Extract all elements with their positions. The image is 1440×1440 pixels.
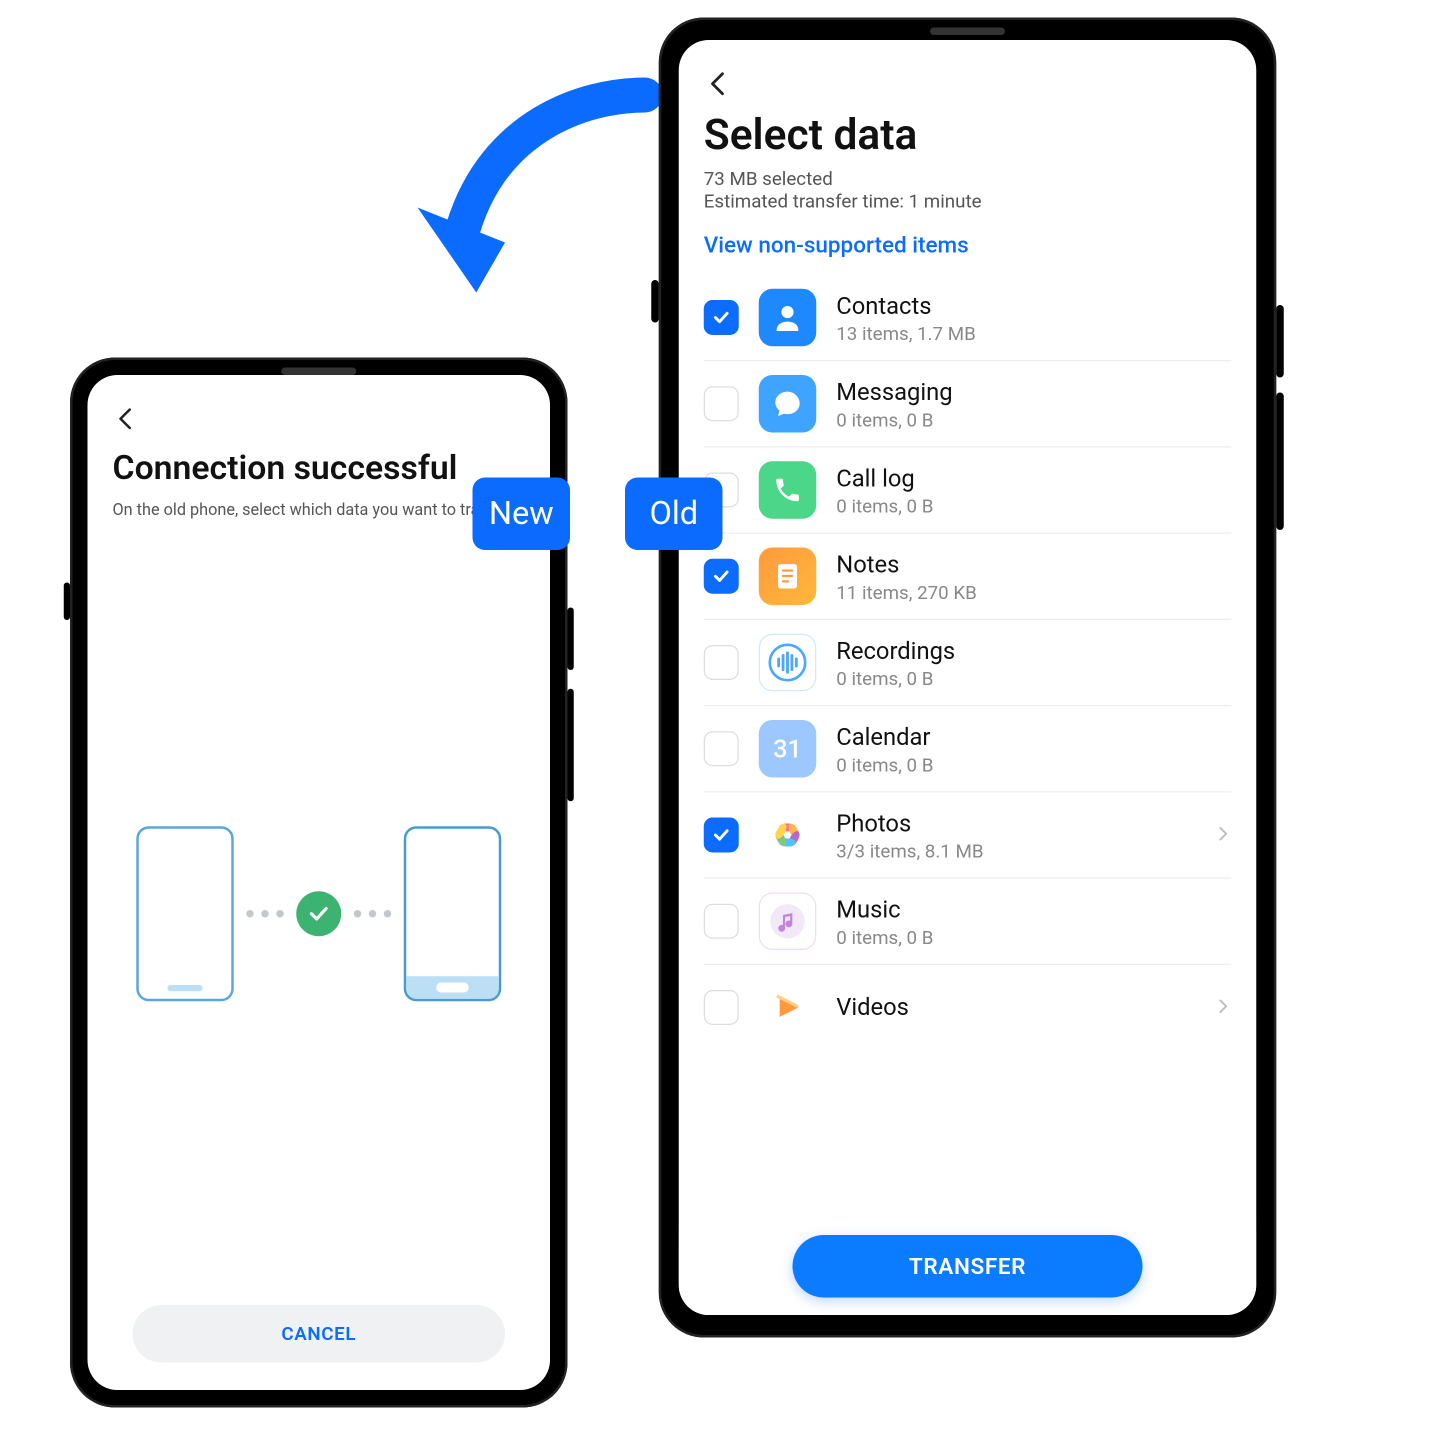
list-item-photos[interactable]: Photos3/3 items, 8.1 MB [704,793,1232,879]
badge-new: New [473,478,571,551]
checkbox[interactable] [704,990,739,1025]
checkbox[interactable] [704,904,739,939]
checkbox[interactable] [704,818,739,853]
list-item-messaging[interactable]: Messaging0 items, 0 B [704,361,1232,447]
mini-phone-right-icon [404,826,502,1001]
list-item-music[interactable]: Music0 items, 0 B [704,879,1232,965]
list-item-recordings[interactable]: Recordings0 items, 0 B [704,620,1232,706]
checkbox[interactable] [704,645,739,680]
page-title: Select data [704,110,1232,160]
chevron-right-icon [1214,823,1232,847]
recordings-icon [759,634,817,692]
messaging-icon [759,375,817,433]
back-icon[interactable] [113,405,141,433]
check-circle-icon [296,891,341,936]
transfer-button-label: TRANSFER [909,1253,1026,1279]
list-item-call-log[interactable]: Call log0 items, 0 B [704,448,1232,534]
dots-icon [354,910,392,918]
dots-icon [246,910,284,918]
transfer-button[interactable]: TRANSFER [793,1235,1143,1298]
checkbox[interactable] [704,731,739,766]
cancel-button-label: CANCEL [281,1323,356,1346]
transfer-eta: Estimated transfer time: 1 minute [704,190,1232,213]
cancel-button[interactable]: CANCEL [133,1305,506,1363]
list-item-videos[interactable]: Videos [704,965,1232,1050]
music-icon [759,893,817,951]
selected-summary: 73 MB selected [704,168,1232,191]
list-item-contacts[interactable]: Contacts13 items, 1.7 MB [704,281,1232,361]
call-log-icon [759,461,817,519]
chevron-right-icon [1214,996,1232,1020]
videos-icon [759,979,817,1037]
checkbox[interactable] [704,386,739,421]
list-item-notes[interactable]: Notes11 items, 270 KB [704,534,1232,620]
notes-icon [759,548,817,606]
transfer-direction-arrow-icon [358,58,683,351]
old-phone-frame: Select data 73 MB selected Estimated tra… [659,18,1277,1338]
mini-phone-left-icon [136,826,234,1001]
data-category-list: Contacts13 items, 1.7 MB Messaging0 item… [704,281,1232,1050]
checkbox[interactable] [704,300,739,335]
connection-diagram [113,523,526,1305]
photos-icon [759,806,817,864]
badge-old: Old [625,478,723,551]
calendar-icon: 31 [759,720,817,778]
checkbox[interactable] [704,559,739,594]
back-icon[interactable] [704,69,734,99]
list-item-calendar[interactable]: 31 Calendar0 items, 0 B [704,706,1232,792]
page-title: Connection successful [113,448,526,488]
page-subtitle: On the old phone, select which data you … [113,500,526,523]
view-non-supported-link[interactable]: View non-supported items [704,233,1232,259]
contacts-icon [759,289,817,347]
